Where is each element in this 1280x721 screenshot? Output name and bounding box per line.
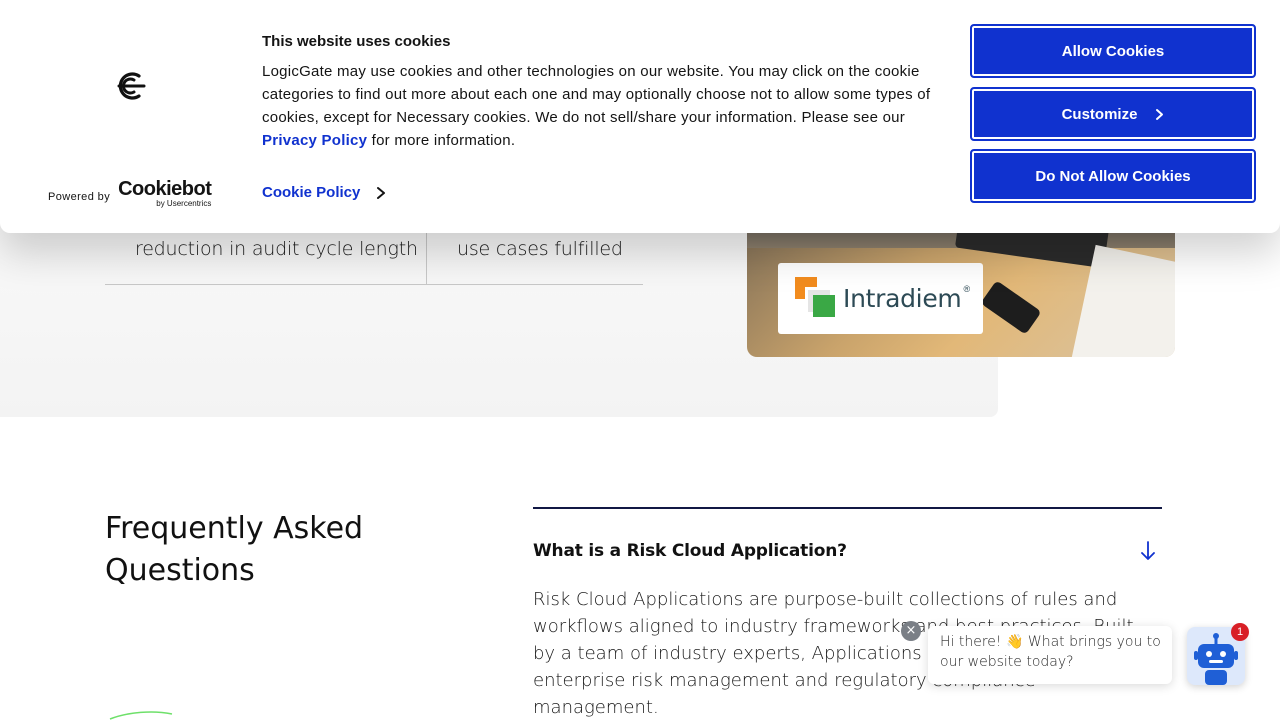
deny-cookies-button[interactable]: Do Not Allow Cookies	[970, 149, 1256, 203]
faq-title: Frequently Asked Questions	[105, 511, 364, 588]
banner-text: LogicGate may use cookies and other tech…	[262, 63, 931, 126]
intradiem-logo: Intradiem ®	[778, 263, 983, 334]
banner-description: LogicGate may use cookies and other tech…	[262, 60, 952, 152]
chat-message: Hi there! 👋 What brings you to our websi…	[940, 634, 1161, 670]
faq-question[interactable]: What is a Risk Cloud Application?	[533, 541, 847, 561]
privacy-policy-link[interactable]: Privacy Policy	[262, 132, 367, 149]
powered-by-label: Powered by	[48, 191, 111, 203]
stat-label: use cases fulfilled	[457, 238, 623, 260]
notification-badge: 1	[1231, 623, 1249, 641]
cookiebot-logo: Cookiebot	[118, 178, 212, 200]
intradiem-wordmark: Intradiem	[843, 284, 962, 313]
chevron-right-icon	[1156, 108, 1164, 120]
arrow-down-icon[interactable]	[1138, 540, 1158, 562]
customize-label: Customize	[1061, 105, 1138, 123]
allow-cookies-button[interactable]: Allow Cookies	[970, 24, 1256, 78]
phone-shape	[980, 280, 1042, 335]
stat-label: reduction in audit cycle length	[135, 238, 418, 260]
intradiem-mark-icon	[795, 276, 839, 321]
faq-divider	[533, 507, 1162, 509]
chat-greeting-bubble[interactable]: Hi there! 👋 What brings you to our websi…	[928, 626, 1172, 684]
customize-button[interactable]: Customize	[970, 87, 1256, 141]
close-icon[interactable]: ×	[901, 621, 921, 641]
cookie-consent-banner: Powered by Cookiebot by Usercentrics Thi…	[0, 0, 1280, 233]
registered-mark: ®	[963, 283, 971, 294]
banner-text-end: for more information.	[367, 132, 516, 149]
logicgate-logo-icon	[117, 72, 146, 100]
cookie-policy-label: Cookie Policy	[262, 184, 361, 201]
banner-title: This website uses cookies	[262, 33, 451, 50]
usercentrics-label: by Usercentrics	[156, 199, 212, 208]
chevron-right-icon	[377, 186, 386, 199]
cookiebot-credit[interactable]: Powered by Cookiebot by Usercentrics	[48, 178, 212, 208]
cookie-policy-link[interactable]: Cookie Policy	[262, 184, 386, 201]
decorative-swoosh	[109, 711, 173, 720]
